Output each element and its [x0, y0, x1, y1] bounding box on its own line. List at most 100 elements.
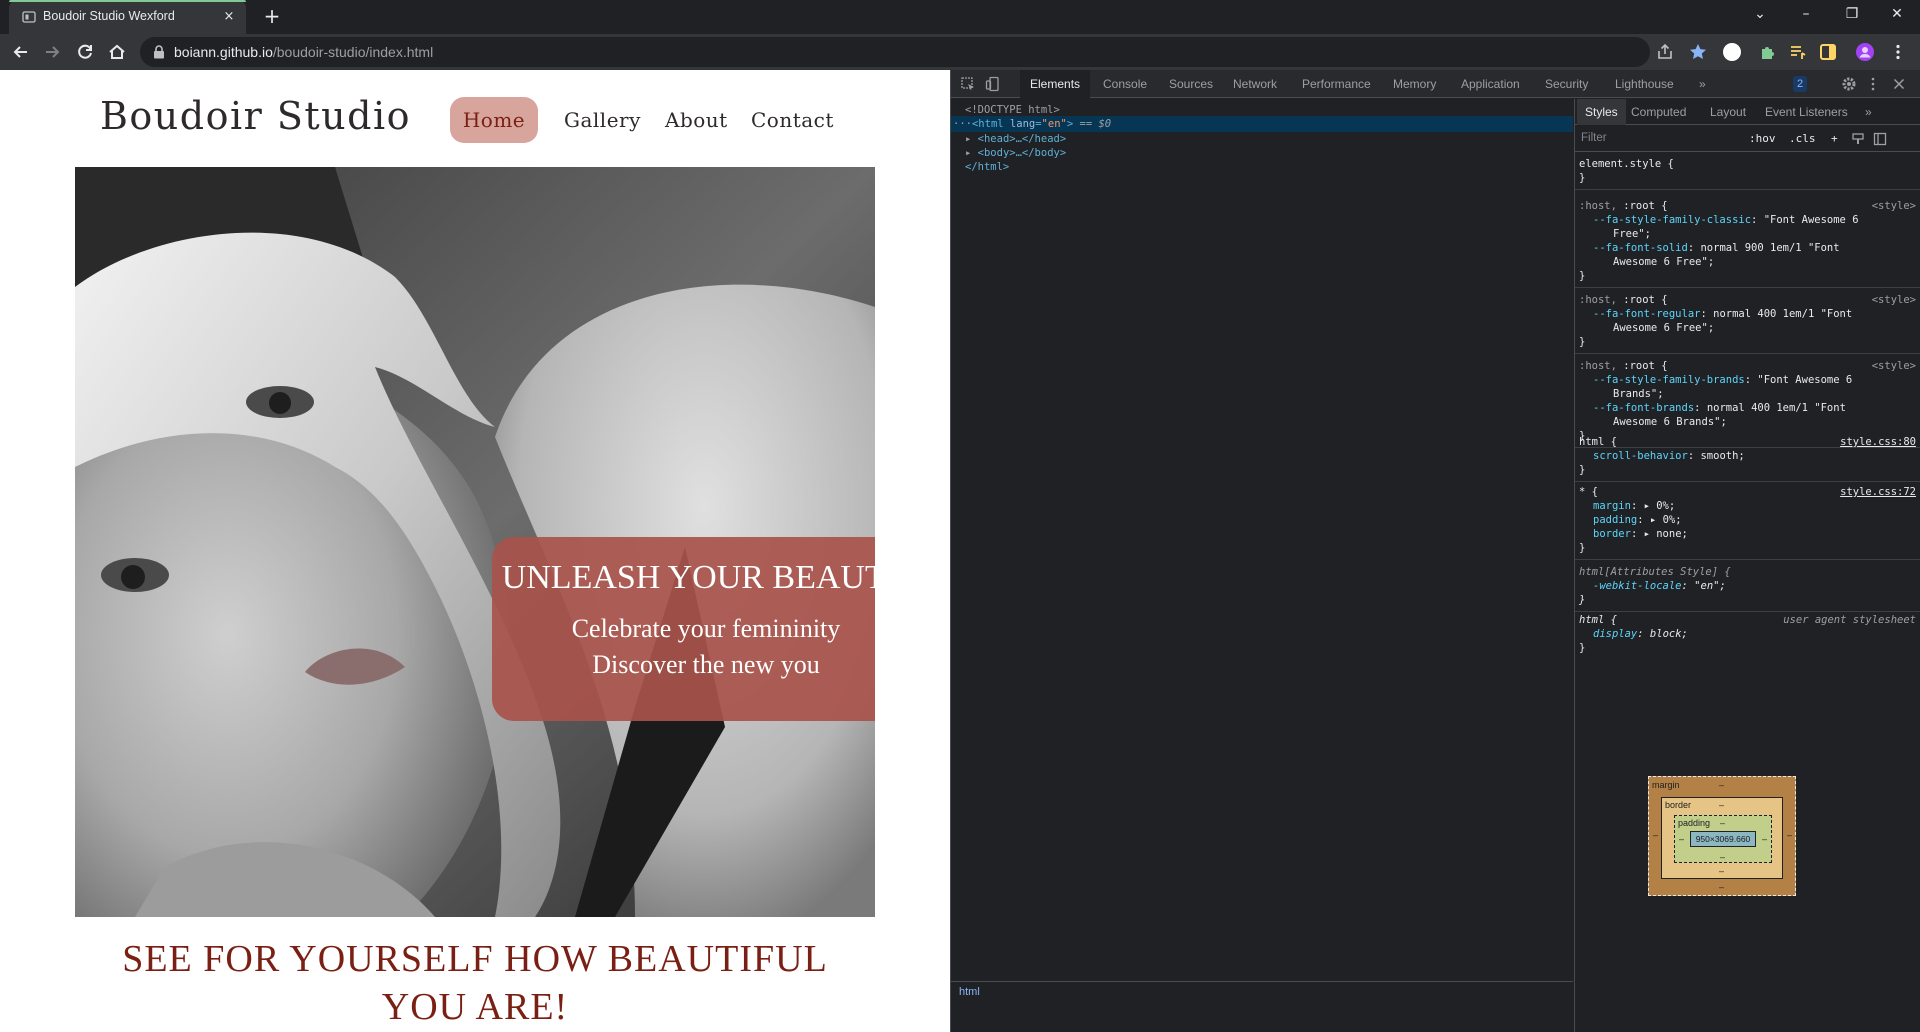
device-toolbar-icon[interactable] [985, 76, 1001, 92]
inspect-element-icon[interactable] [960, 76, 976, 92]
bookmark-star-icon[interactable] [1688, 42, 1708, 62]
padding-bottom-value[interactable]: – [1720, 852, 1725, 862]
restore-button[interactable]: ❐ [1829, 0, 1875, 30]
prop-name[interactable]: --fa-font-solid [1593, 242, 1688, 254]
profile-circle-icon[interactable] [1722, 42, 1742, 62]
side-panel-icon[interactable] [1818, 42, 1838, 62]
prop-value[interactable]: normal 400 1em/1 "Font [1707, 402, 1846, 414]
breadcrumb-html[interactable]: html [959, 986, 980, 998]
cls-toggle[interactable]: .cls [1789, 132, 1816, 145]
prop-name[interactable]: border [1593, 528, 1631, 540]
more-tabs-button[interactable]: » [1699, 70, 1706, 98]
nav-home-link[interactable]: Home [450, 97, 538, 143]
margin-right-value[interactable]: – [1787, 830, 1792, 840]
nav-about-link[interactable]: About [665, 97, 728, 143]
lock-icon[interactable] [153, 45, 165, 59]
devtools-close-icon[interactable] [1891, 76, 1907, 92]
tab-sources[interactable]: Sources [1169, 70, 1213, 98]
prop-name[interactable]: -webkit-locale [1593, 580, 1682, 592]
rule-root-2[interactable]: <style> :host, :root { --fa-font-regular… [1575, 289, 1920, 354]
border-bottom-value[interactable]: – [1719, 866, 1724, 876]
dom-html-node[interactable]: ···<html lang="en"> == $0 [951, 116, 1573, 132]
tab-memory[interactable]: Memory [1393, 70, 1436, 98]
rule-root-2-source[interactable]: <style> [1872, 293, 1916, 307]
subtab-computed[interactable]: Computed [1631, 99, 1686, 125]
prop-name[interactable]: --fa-font-regular [1593, 308, 1700, 320]
prop-name[interactable]: margin [1593, 500, 1631, 512]
box-model-diagram[interactable]: margin – – – – border – – padding – – – … [1648, 776, 1796, 896]
margin-left-value[interactable]: – [1653, 830, 1658, 840]
prop-name[interactable]: --fa-font-brands [1593, 402, 1694, 414]
issues-badge[interactable]: 2 [1793, 76, 1808, 92]
prop-value[interactable]: ▸ none; [1644, 528, 1688, 540]
prop-value[interactable]: normal 400 1em/1 "Font [1713, 308, 1852, 320]
rule-html-scroll[interactable]: style.css:80 html { scroll-behavior: smo… [1575, 431, 1920, 482]
dom-html-close[interactable]: </html> [951, 159, 1573, 175]
site-logo[interactable]: Boudoir Studio [100, 94, 411, 138]
prop-value[interactable]: ▸ 0%; [1650, 514, 1682, 526]
subtab-styles[interactable]: Styles [1577, 99, 1626, 125]
tab-elements[interactable]: Elements [1020, 70, 1091, 98]
tab-console[interactable]: Console [1103, 70, 1147, 98]
home-icon[interactable] [106, 41, 128, 63]
settings-gear-icon[interactable] [1841, 76, 1857, 92]
tab-lighthouse[interactable]: Lighthouse [1615, 70, 1674, 98]
new-tab-button[interactable]: + [260, 5, 284, 29]
window-close-button[interactable]: ✕ [1874, 0, 1920, 30]
rule-root-1-source[interactable]: <style> [1872, 199, 1916, 213]
rule-attributes-style[interactable]: html[Attributes Style] { -webkit-locale:… [1575, 561, 1920, 612]
rule-root-1[interactable]: <style> :host, :root { --fa-style-family… [1575, 195, 1920, 288]
reading-list-icon[interactable] [1788, 42, 1808, 62]
address-bar[interactable]: boiann.github.io/boudoir-studio/index.ht… [140, 37, 1650, 67]
nav-contact-link[interactable]: Contact [751, 97, 834, 143]
prop-value[interactable]: "Font Awesome 6 [1764, 214, 1859, 226]
paint-brush-icon[interactable] [1851, 132, 1865, 146]
margin-bottom-value[interactable]: – [1719, 882, 1724, 892]
browser-tab-active[interactable]: Boudoir Studio Wexford × [9, 0, 246, 34]
reload-icon[interactable] [74, 41, 96, 63]
user-avatar-icon[interactable] [1855, 42, 1875, 62]
nav-gallery-link[interactable]: Gallery [564, 97, 641, 143]
rule-universal-source[interactable]: style.css:72 [1840, 485, 1916, 499]
minimize-button[interactable]: – [1783, 0, 1829, 30]
tab-close-icon[interactable]: × [220, 8, 238, 26]
prop-value[interactable]: "en"; [1694, 580, 1726, 592]
subtab-more[interactable]: » [1865, 99, 1872, 125]
devtools-menu-icon[interactable] [1865, 76, 1881, 92]
styles-filter-input[interactable]: Filter [1581, 132, 1607, 144]
tab-performance[interactable]: Performance [1302, 70, 1371, 98]
padding-right-value[interactable]: – [1762, 834, 1767, 844]
new-rule-button[interactable]: + [1831, 132, 1838, 145]
box-model-content-size[interactable]: 950×3069.660 [1690, 831, 1756, 847]
prop-value[interactable]: smooth; [1700, 450, 1744, 462]
subtab-event-listeners[interactable]: Event Listeners [1765, 99, 1848, 125]
rule-universal[interactable]: style.css:72 * { margin: ▸ 0%; padding: … [1575, 481, 1920, 560]
tab-search-button[interactable]: ⌄ [1737, 0, 1783, 30]
prop-name[interactable]: padding [1593, 514, 1637, 526]
prop-value[interactable]: normal 900 1em/1 "Font [1700, 242, 1839, 254]
tab-application[interactable]: Application [1461, 70, 1520, 98]
padding-top-value[interactable]: – [1720, 818, 1725, 828]
rule-html-scroll-source[interactable]: style.css:80 [1840, 435, 1916, 449]
prop-value[interactable]: ▸ 0%; [1644, 500, 1676, 512]
rule-user-agent[interactable]: user agent stylesheet html { display: bl… [1575, 609, 1920, 659]
prop-name[interactable]: --fa-style-family-brands [1593, 374, 1745, 386]
rule-element-style[interactable]: element.style { } [1575, 153, 1920, 190]
url-text[interactable]: boiann.github.io/boudoir-studio/index.ht… [174, 44, 433, 60]
forward-arrow-icon[interactable] [41, 41, 63, 63]
prop-value[interactable]: "Font Awesome 6 [1757, 374, 1852, 386]
margin-top-value[interactable]: – [1719, 780, 1724, 790]
back-arrow-icon[interactable] [10, 41, 32, 63]
menu-kebab-icon[interactable] [1888, 42, 1908, 62]
border-top-value[interactable]: – [1719, 800, 1724, 810]
toggle-sidebar-icon[interactable] [1873, 132, 1887, 146]
padding-left-value[interactable]: – [1679, 834, 1684, 844]
tab-security[interactable]: Security [1545, 70, 1588, 98]
rule-root-3-source[interactable]: <style> [1872, 359, 1916, 373]
subtab-layout[interactable]: Layout [1710, 99, 1746, 125]
prop-name[interactable]: scroll-behavior [1593, 450, 1688, 462]
share-icon[interactable] [1655, 42, 1675, 62]
hov-toggle[interactable]: :hov [1749, 132, 1776, 145]
prop-name[interactable]: --fa-style-family-classic [1593, 214, 1751, 226]
extensions-puzzle-icon[interactable] [1758, 42, 1778, 62]
